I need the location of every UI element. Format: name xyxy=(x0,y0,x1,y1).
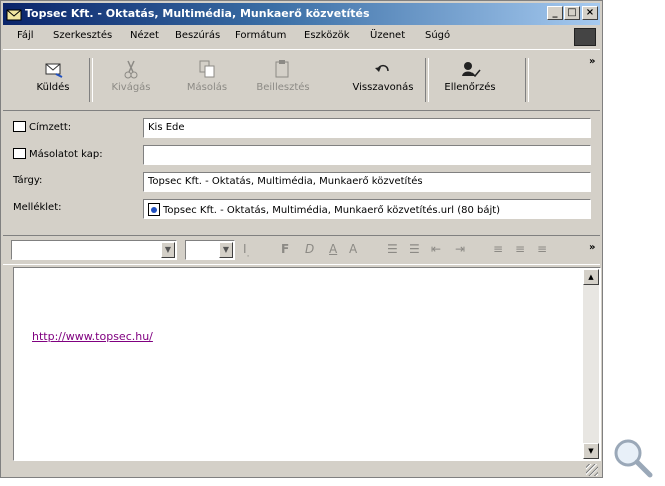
resize-grip-icon[interactable] xyxy=(586,464,598,476)
to-field[interactable]: Kis Ede xyxy=(143,118,591,138)
window-title: Topsec Kft. - Oktatás, Multimédia, Munka… xyxy=(25,7,370,20)
windows-logo-icon xyxy=(574,28,596,46)
send-button[interactable]: Küldés xyxy=(23,56,83,104)
title-bar[interactable]: Topsec Kft. - Oktatás, Multimédia, Munka… xyxy=(3,3,600,25)
menu-help[interactable]: Súgó xyxy=(425,30,450,41)
toolbar-separator xyxy=(525,58,529,102)
menu-insert[interactable]: Beszúrás xyxy=(175,30,220,41)
format-overflow-chevron-icon[interactable]: » xyxy=(589,242,595,253)
maximize-button[interactable]: □ xyxy=(564,6,580,20)
to-label: Címzett: xyxy=(29,122,72,133)
to-label-button[interactable]: Címzett: xyxy=(13,121,71,133)
menu-message[interactable]: Üzenet xyxy=(370,30,405,41)
menu-format[interactable]: Formátum xyxy=(235,30,286,41)
formatting-toolbar: ▼ ▼ I. F D A A ☰ ☰ ⇤ ⇥ ≡ ≡ ≡ » xyxy=(3,235,600,265)
menu-file[interactable]: Fájl xyxy=(17,30,34,41)
increase-indent-icon[interactable]: ⇥ xyxy=(455,242,465,256)
chevron-down-icon[interactable]: ▼ xyxy=(161,242,175,258)
scroll-up-icon[interactable]: ▲ xyxy=(583,269,599,285)
attachment-row: Melléklet: Topsec Kft. - Oktatás, Multim… xyxy=(3,198,600,220)
address-book-icon xyxy=(13,148,26,159)
vertical-scrollbar[interactable]: ▲ ▼ xyxy=(583,269,599,459)
font-select[interactable]: ▼ xyxy=(11,240,177,260)
underline-icon[interactable]: A xyxy=(329,242,337,256)
bold-icon[interactable]: F xyxy=(281,242,289,256)
magnifier-icon[interactable] xyxy=(612,437,654,479)
body-link[interactable]: http://www.topsec.hu/ xyxy=(32,330,153,343)
menu-edit[interactable]: Szerkesztés xyxy=(53,30,112,41)
font-size-select[interactable]: ▼ xyxy=(185,240,235,260)
check-names-button[interactable]: Ellenőrzés xyxy=(435,56,505,104)
subject-field[interactable]: Topsec Kft. - Oktatás, Multimédia, Munka… xyxy=(143,172,591,192)
copy-label: Másolás xyxy=(186,82,228,93)
address-book-icon xyxy=(13,121,26,132)
standard-toolbar: Küldés Kivágás Másolás Beillesztés Vissz… xyxy=(3,49,600,111)
check-names-label: Ellenőrzés xyxy=(444,82,496,93)
chevron-down-icon[interactable]: ▼ xyxy=(219,242,233,258)
toolbar-separator xyxy=(425,58,429,102)
align-left-icon[interactable]: ≡ xyxy=(493,242,503,256)
undo-icon xyxy=(375,64,389,72)
close-button[interactable]: × xyxy=(582,6,598,20)
cut-label: Kivágás xyxy=(111,82,151,93)
paste-icon xyxy=(275,60,289,78)
attachment-name[interactable]: Topsec Kft. - Oktatás, Multimédia, Munka… xyxy=(163,205,500,216)
toolbar-overflow-chevron-icon[interactable]: » xyxy=(589,56,595,67)
mail-compose-window: Topsec Kft. - Oktatás, Multimédia, Munka… xyxy=(0,0,603,478)
numbered-list-icon[interactable]: ☰ xyxy=(387,242,398,256)
url-file-icon xyxy=(148,203,160,216)
message-body[interactable]: http://www.topsec.hu/ ▲ ▼ xyxy=(13,267,601,461)
align-right-icon[interactable]: ≡ xyxy=(537,242,547,256)
undo-button[interactable]: Visszavonás xyxy=(348,56,418,104)
to-row: Címzett: Kis Ede xyxy=(3,117,600,139)
align-center-icon[interactable]: ≡ xyxy=(515,242,525,256)
mail-app-icon xyxy=(6,9,22,21)
subject-row: Tárgy: Topsec Kft. - Oktatás, Multimédia… xyxy=(3,171,600,193)
copy-button[interactable]: Másolás xyxy=(177,56,237,104)
subject-label: Tárgy: xyxy=(13,175,43,186)
menu-tools[interactable]: Eszközök xyxy=(304,30,350,41)
decrease-indent-icon[interactable]: ⇤ xyxy=(431,242,441,256)
scissors-icon xyxy=(124,60,138,79)
cut-button[interactable]: Kivágás xyxy=(101,56,161,104)
send-icon xyxy=(45,63,63,78)
menu-view[interactable]: Nézet xyxy=(130,30,159,41)
font-color-icon[interactable]: A xyxy=(349,242,357,256)
bulleted-list-icon[interactable]: ☰ xyxy=(409,242,420,256)
copy-icon xyxy=(199,60,215,78)
paste-button[interactable]: Beillesztés xyxy=(253,56,313,104)
paste-label: Beillesztés xyxy=(256,82,310,93)
attachment-label: Melléklet: xyxy=(13,202,62,213)
message-header: Címzett: Kis Ede Másolatot kap: Tárgy: T… xyxy=(3,113,600,233)
paragraph-style-icon[interactable]: I. xyxy=(243,242,250,259)
cc-row: Másolatot kap: xyxy=(3,144,600,166)
minimize-button[interactable]: _ xyxy=(547,6,563,20)
italic-icon[interactable]: D xyxy=(305,242,314,256)
toolbar-separator xyxy=(89,58,93,102)
status-bar xyxy=(3,463,600,477)
attachment-field[interactable]: Topsec Kft. - Oktatás, Multimédia, Munka… xyxy=(143,199,591,219)
scroll-down-icon[interactable]: ▼ xyxy=(583,443,599,459)
cc-label-button[interactable]: Másolatot kap: xyxy=(13,148,103,160)
send-label: Küldés xyxy=(36,82,70,93)
cc-field[interactable] xyxy=(143,145,591,165)
undo-label: Visszavonás xyxy=(352,82,414,93)
cc-label: Másolatot kap: xyxy=(29,149,103,160)
check-names-icon xyxy=(462,62,481,78)
menu-bar: Fájl Szerkesztés Nézet Beszúrás Formátum… xyxy=(3,27,600,47)
